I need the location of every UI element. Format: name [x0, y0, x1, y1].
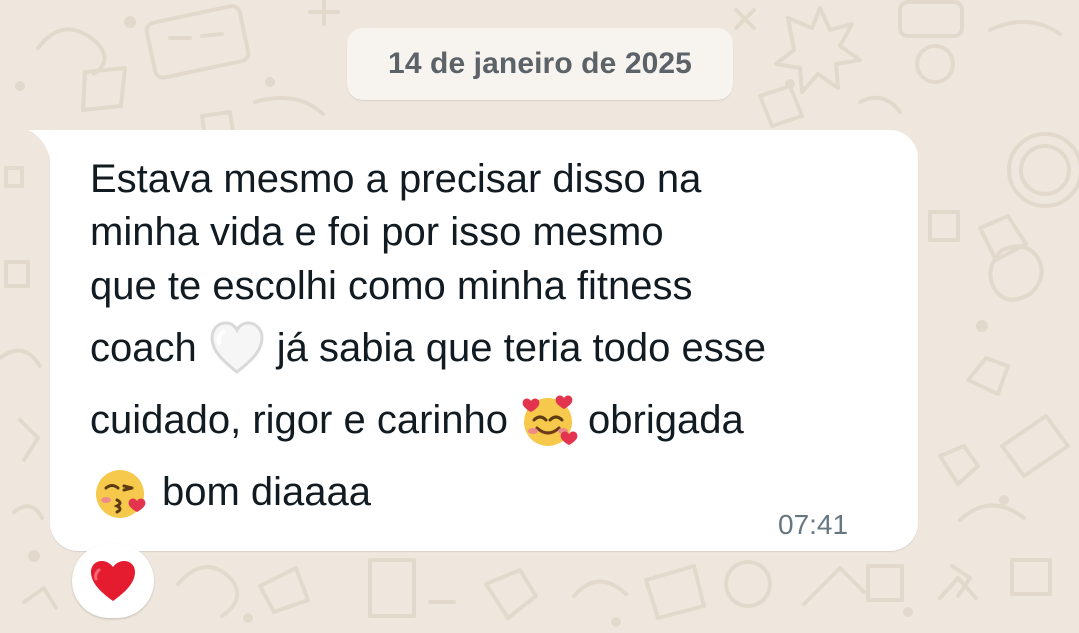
message-line: coach já sabia que teria todo esse [90, 316, 766, 380]
message-reaction[interactable] [72, 544, 154, 618]
message-fragment: obrigada [588, 398, 744, 442]
message-fragment: coach [90, 326, 197, 370]
message-timestamp: 07:41 [778, 509, 849, 540]
message-fragment: bom diaaaa [162, 470, 372, 514]
message-line: cuidado, rigor e carinho obrigada [90, 388, 744, 452]
message-fragment: cuidado, rigor e carinho [90, 398, 509, 442]
message-fragment: já sabia que teria todo esse [276, 326, 766, 370]
face-blowing-a-kiss-emoji [90, 460, 154, 524]
date-chip: 14 de janeiro de 2025 [347, 28, 733, 100]
message-line: Estava mesmo a precisar disso na [90, 157, 702, 201]
white-heart-emoji [205, 316, 269, 380]
message-line: que te escolhi como minha fitness [90, 264, 693, 308]
smiling-face-with-hearts-emoji [516, 388, 580, 452]
red-heart-icon [91, 561, 135, 601]
message-line: minha vida e foi por isso mesmo [90, 210, 664, 254]
message-line: bom diaaaa [90, 460, 371, 524]
